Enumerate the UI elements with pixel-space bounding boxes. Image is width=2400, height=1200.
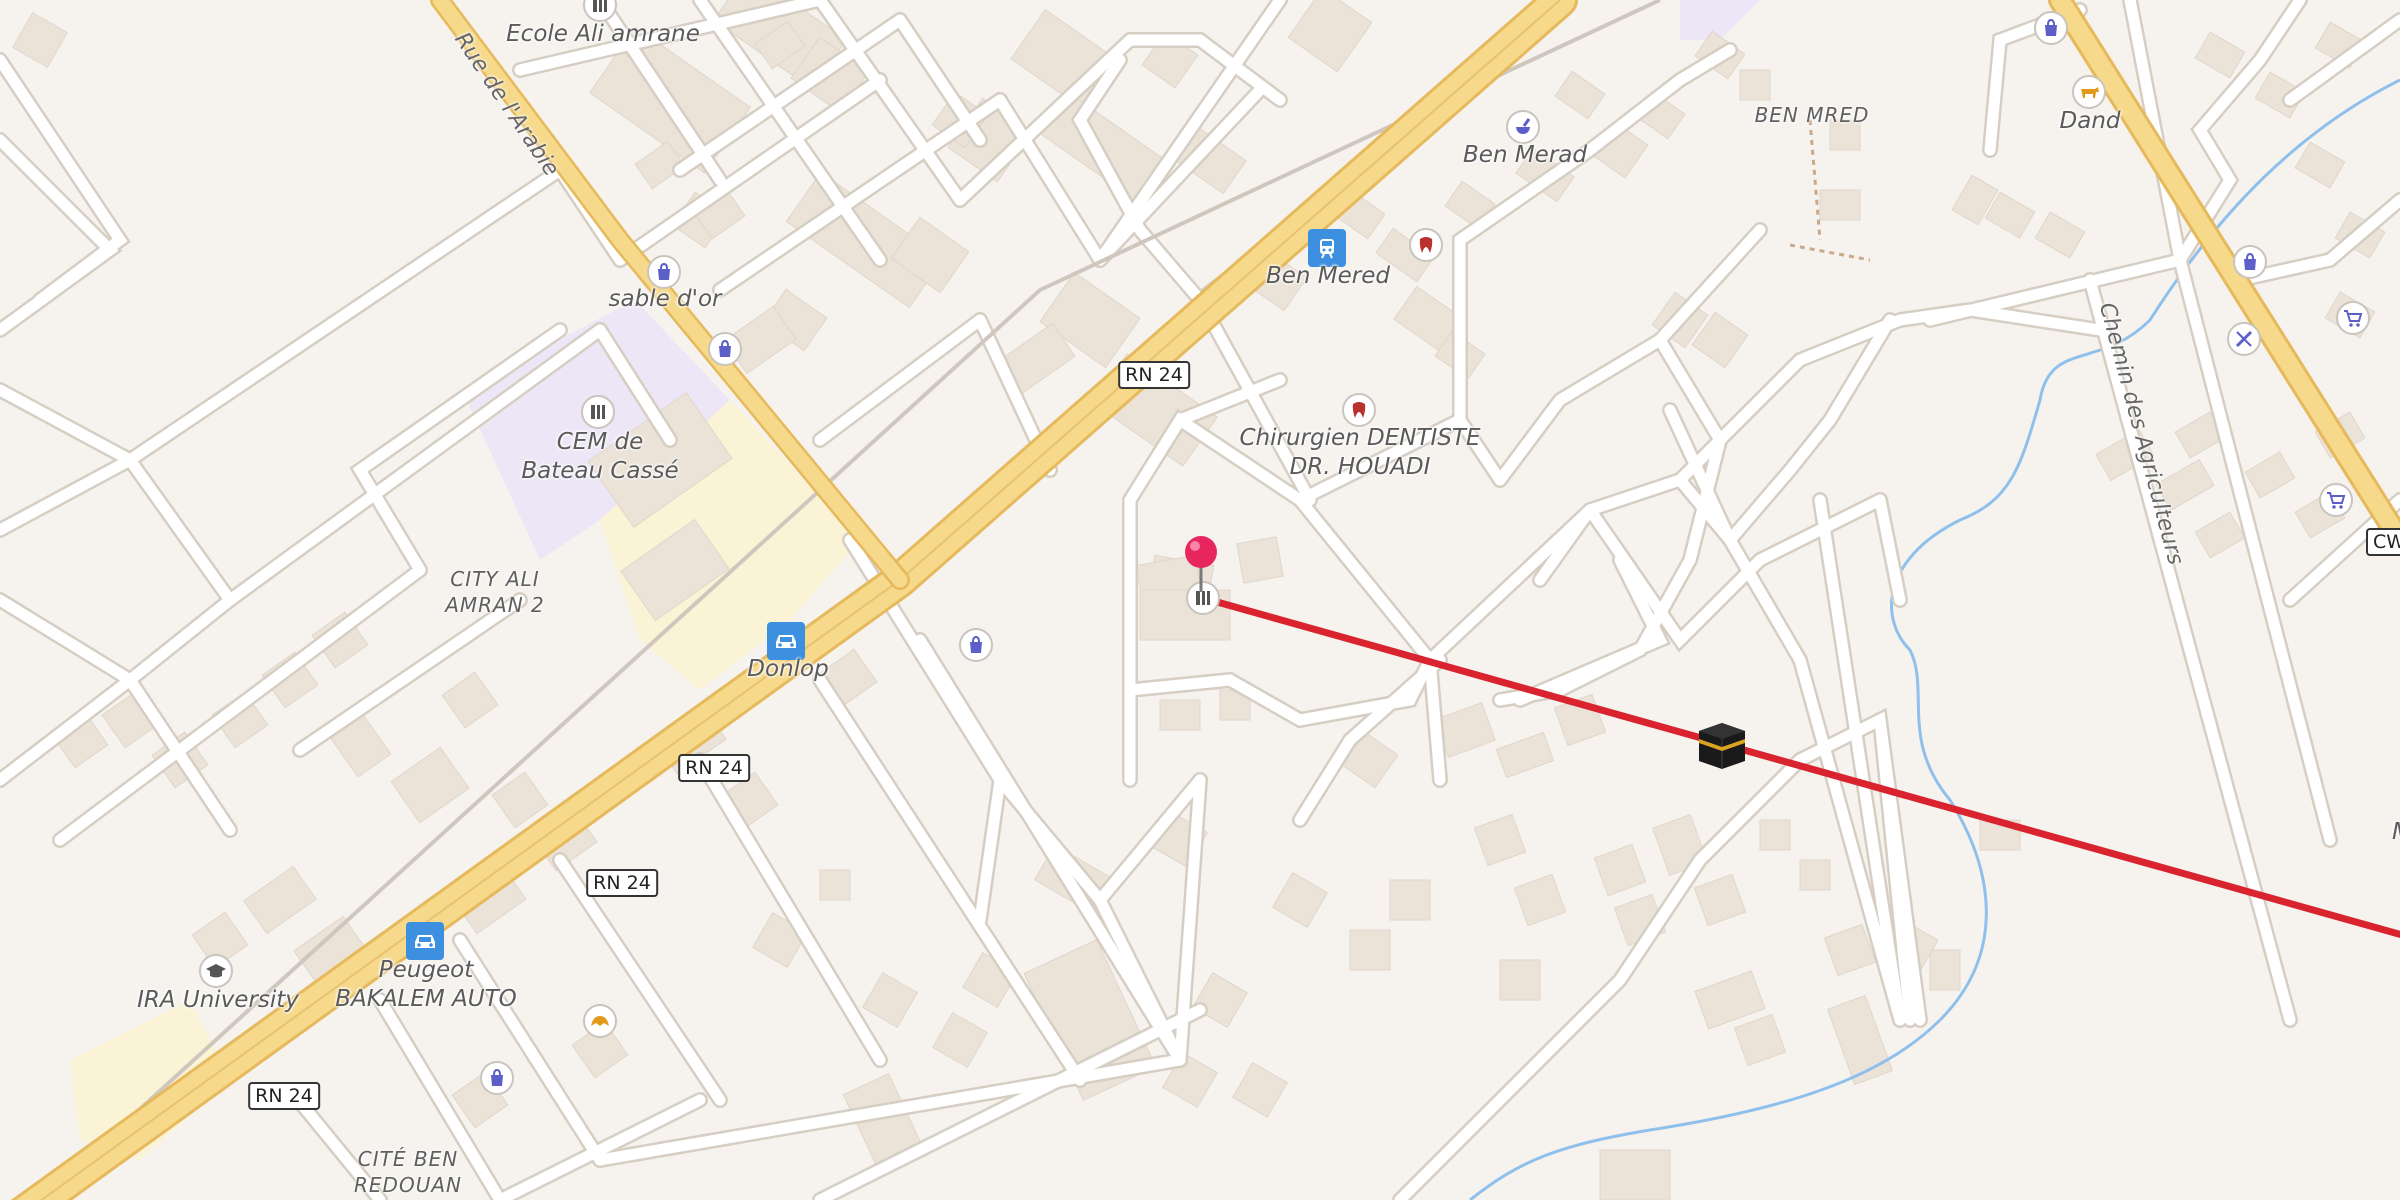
school-icon[interactable] (581, 395, 615, 429)
tooth-icon[interactable] (1409, 228, 1443, 262)
road-shield-cw115: CW 115 (2366, 528, 2400, 556)
road-shield-rn24: RN 24 (248, 1082, 320, 1110)
school-grounds-area-2 (1680, 0, 1760, 40)
tools-icon[interactable] (2227, 322, 2261, 356)
place-label-ben-merad: Ben Merad (1463, 142, 1587, 168)
kaaba-icon (1695, 717, 1749, 775)
car-icon[interactable] (406, 922, 444, 960)
croissant-icon[interactable] (583, 1004, 617, 1038)
place-label-donlop: Donlop (747, 656, 829, 682)
place-label-ira-university: IRA University (137, 987, 299, 1013)
place-label-ben-mered-station: Ben Mered (1265, 263, 1391, 289)
mortar-pestle-icon[interactable] (1506, 110, 1540, 144)
graduation-cap-icon[interactable] (199, 954, 233, 988)
road-shield-rn24: RN 24 (586, 869, 658, 897)
road-shield-rn24: RN 24 (678, 754, 750, 782)
place-label-chirurgien-dentiste: Chirurgien DENTISTE DR. HOUADI (1239, 425, 1481, 480)
place-label-edge: M (2392, 818, 2400, 847)
shopping-bag-icon[interactable] (708, 332, 742, 366)
shopping-bag-icon[interactable] (647, 255, 681, 289)
shopping-cart-icon[interactable] (2336, 301, 2370, 335)
tooth-icon[interactable] (1342, 393, 1376, 427)
place-label-dand: Dand (2059, 108, 2121, 134)
shopping-bag-icon[interactable] (480, 1061, 514, 1095)
place-label-peugeot: Peugeot BAKALEM AUTO (335, 957, 517, 1012)
place-label-sable-dor: sable d'or (608, 286, 722, 312)
shopping-bag-icon[interactable] (959, 628, 993, 662)
shopping-bag-icon[interactable] (2233, 245, 2267, 279)
shopping-bag-icon[interactable] (2034, 11, 2068, 45)
location-pin-icon[interactable] (1181, 534, 1221, 598)
place-label-ecole: Ecole Ali amrane (506, 21, 700, 47)
area-label-city-ali-amran: CITY ALI AMRAN 2 (445, 567, 545, 617)
cow-icon[interactable] (2072, 75, 2106, 109)
area-label-ben-mred: BEN MRED (1754, 103, 1870, 127)
area-label-cite-ben-redouan: CITÉ BEN REDOUAN (354, 1147, 462, 1197)
map-canvas[interactable]: Rue de l'Arabie Chemin des Agriculteurs … (0, 0, 2400, 1200)
shopping-cart-icon[interactable] (2319, 483, 2353, 517)
road-shield-rn24: RN 24 (1118, 361, 1190, 389)
place-label-cem: CEM de Bateau Cassé (521, 429, 679, 484)
